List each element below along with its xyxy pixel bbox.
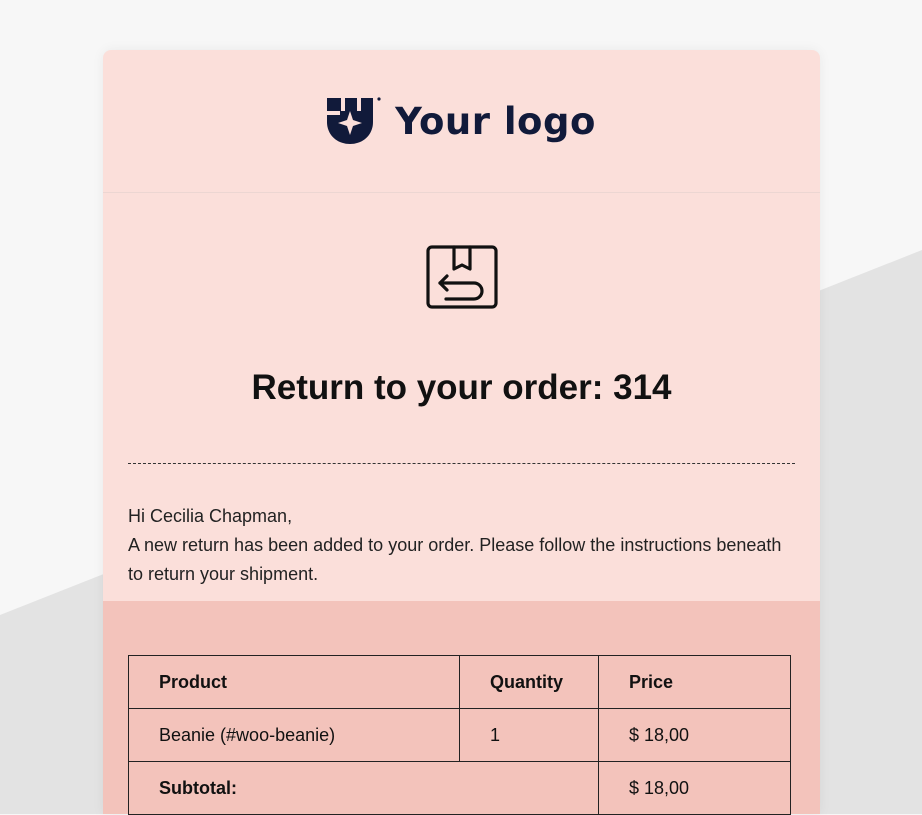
order-section: Product Quantity Price Beanie (#woo-bean… bbox=[103, 601, 820, 815]
logo-icon bbox=[327, 97, 381, 144]
cell-price: $ 18,00 bbox=[598, 708, 791, 762]
package-return-icon bbox=[425, 245, 498, 309]
cell-product: Beanie (#woo-beanie) bbox=[128, 708, 460, 762]
greeting: Hi Cecilia Chapman, bbox=[128, 506, 293, 526]
subtotal-row: Subtotal: $ 18,00 bbox=[128, 761, 791, 815]
subtotal-label: Subtotal: bbox=[128, 761, 599, 815]
table-row: Beanie (#woo-beanie) 1 $ 18,00 bbox=[128, 708, 791, 762]
cell-quantity: 1 bbox=[459, 708, 599, 762]
header-product: Product bbox=[128, 655, 460, 709]
order-table: Product Quantity Price Beanie (#woo-bean… bbox=[128, 655, 791, 815]
message: A new return has been added to your orde… bbox=[128, 535, 782, 584]
email-card: Your logo Return to your order: 314 Hi C… bbox=[103, 50, 820, 815]
header-quantity: Quantity bbox=[459, 655, 599, 709]
table-header-row: Product Quantity Price bbox=[128, 655, 791, 709]
header-price: Price bbox=[598, 655, 791, 709]
logo-text: Your logo bbox=[395, 99, 596, 143]
page-title: Return to your order: 314 bbox=[251, 368, 672, 407]
subtotal-value: $ 18,00 bbox=[598, 761, 791, 815]
email-header: Your logo bbox=[103, 50, 820, 193]
